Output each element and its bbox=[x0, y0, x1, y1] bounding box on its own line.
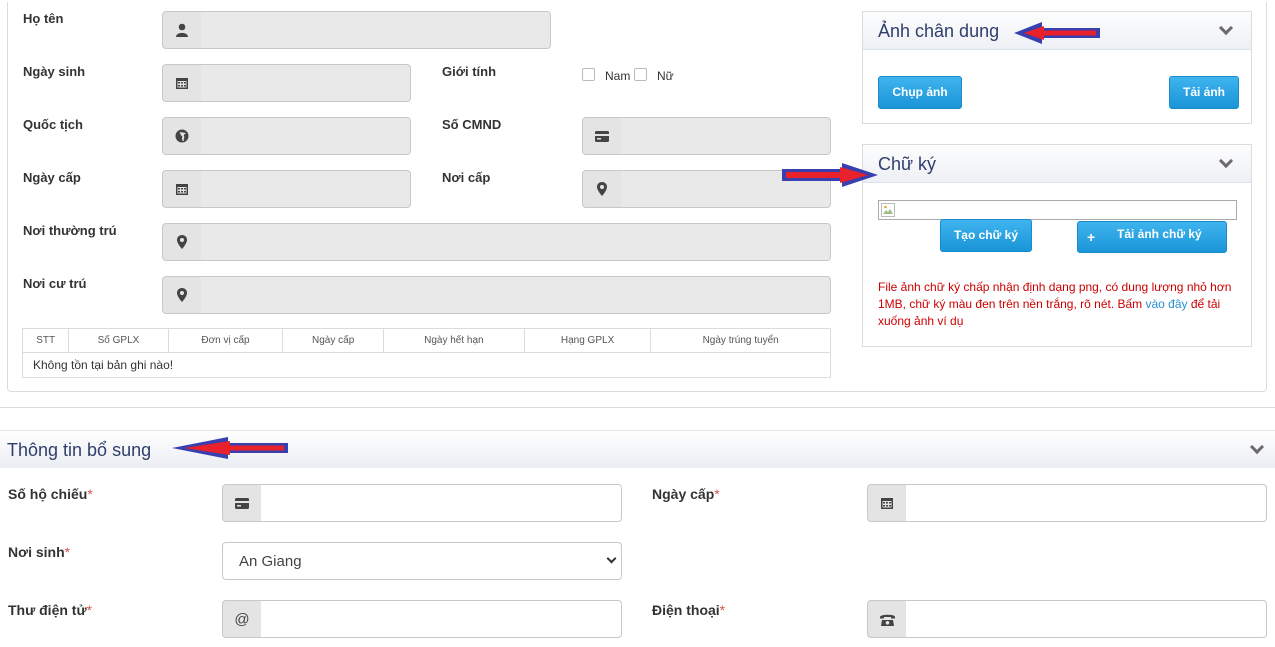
calendar-icon bbox=[867, 484, 907, 522]
ho-ten-input[interactable] bbox=[201, 11, 551, 49]
noi-cu-tru-input[interactable] bbox=[201, 276, 831, 314]
gender-male-checkbox[interactable] bbox=[582, 68, 595, 81]
passport-label: Số hộ chiếu* bbox=[8, 486, 93, 502]
left-arrow-annotation-extra-section bbox=[172, 437, 288, 459]
extra-section-title: Thông tin bổ sung bbox=[7, 440, 152, 460]
column-header[interactable]: Số GPLX bbox=[68, 328, 169, 353]
noi-thuong-tru-input[interactable] bbox=[201, 223, 831, 261]
noi-thuong-tru-label: Nơi thường trú bbox=[23, 223, 117, 238]
phone-input[interactable] bbox=[906, 600, 1267, 638]
globe-icon bbox=[162, 117, 202, 155]
column-header[interactable]: Ngày cấp bbox=[282, 328, 384, 353]
required-mark: * bbox=[714, 486, 720, 502]
phone-icon bbox=[867, 600, 907, 638]
gioi-tinh-label: Giới tính bbox=[442, 64, 497, 79]
section-divider bbox=[0, 407, 1275, 408]
license-table-header: STT Số GPLX Đơn vị cấp Ngày cấp Ngày hết… bbox=[21, 328, 831, 353]
id-card-icon bbox=[582, 117, 622, 155]
required-mark: * bbox=[64, 544, 71, 560]
chevron-down-icon[interactable] bbox=[1218, 20, 1234, 36]
passport-input[interactable] bbox=[261, 484, 622, 522]
phone-label: Điện thoại* bbox=[652, 602, 726, 618]
quoc-tich-label: Quốc tịch bbox=[23, 117, 83, 132]
id-card-icon bbox=[222, 484, 262, 522]
ho-ten-label: Họ tên bbox=[23, 11, 64, 26]
required-mark: * bbox=[86, 602, 93, 618]
map-marker-icon bbox=[162, 223, 202, 261]
chevron-down-icon[interactable] bbox=[1249, 439, 1265, 455]
plus-icon: + bbox=[1087, 229, 1096, 245]
table-row: Không tồn tại bản ghi nào! bbox=[22, 352, 831, 378]
upload-photo-button[interactable]: Tải ảnh bbox=[1169, 76, 1239, 109]
column-header[interactable]: Ngày trúng tuyển bbox=[650, 328, 831, 353]
signature-panel-header[interactable]: Chữ ký bbox=[863, 145, 1251, 183]
left-arrow-annotation-portrait bbox=[1014, 22, 1100, 44]
column-header[interactable]: Ngày hết hạn bbox=[382, 328, 525, 353]
signature-panel: Chữ ký Tạo chữ ký + Tải ảnh chữ ký File … bbox=[862, 144, 1252, 347]
column-header[interactable]: STT bbox=[21, 328, 70, 353]
license-table: STT Số GPLX Đơn vị cấp Ngày cấp Ngày hết… bbox=[21, 328, 831, 378]
portrait-panel-title: Ảnh chân dung bbox=[878, 21, 1000, 41]
email-label: Thư điện tử* bbox=[8, 602, 93, 618]
issue-date-label: Ngày cấp* bbox=[652, 486, 720, 502]
create-signature-button[interactable]: Tạo chữ ký bbox=[940, 219, 1032, 252]
capture-photo-button[interactable]: Chụp ảnh bbox=[878, 76, 962, 109]
ngay-sinh-input[interactable] bbox=[201, 64, 411, 102]
signature-image bbox=[878, 200, 1237, 220]
upload-signature-label: Tải ảnh chữ ký bbox=[1117, 227, 1202, 241]
ngay-cap-label: Ngày cấp bbox=[23, 170, 81, 185]
gender-male-label: Nam bbox=[605, 69, 631, 83]
calendar-icon bbox=[162, 170, 202, 208]
birthplace-selected-value: An Giang bbox=[239, 553, 302, 570]
email-input[interactable] bbox=[261, 600, 622, 638]
map-marker-icon bbox=[162, 276, 202, 314]
signature-note: File ảnh chữ ký chấp nhận định dạng png,… bbox=[878, 279, 1240, 330]
sample-download-link[interactable]: vào đây bbox=[1146, 297, 1188, 311]
user-icon bbox=[162, 11, 202, 49]
chevron-down-icon bbox=[606, 553, 617, 564]
calendar-icon bbox=[162, 64, 202, 102]
gender-female-checkbox[interactable] bbox=[634, 68, 647, 81]
so-cmnd-label: Số CMND bbox=[442, 117, 502, 132]
birthplace-label: Nơi sinh* bbox=[8, 544, 71, 560]
chevron-down-icon[interactable] bbox=[1218, 153, 1234, 169]
column-header[interactable]: Đơn vị cấp bbox=[167, 328, 284, 353]
map-marker-icon bbox=[582, 170, 622, 208]
upload-signature-button[interactable]: + Tải ảnh chữ ký bbox=[1077, 221, 1227, 253]
ngay-cap-input[interactable] bbox=[201, 170, 411, 208]
quoc-tich-input[interactable] bbox=[201, 117, 411, 155]
signature-panel-title: Chữ ký bbox=[878, 154, 937, 174]
gender-female-label: Nữ bbox=[657, 69, 674, 83]
birthplace-select[interactable]: An Giang bbox=[222, 542, 622, 580]
ngay-sinh-label: Ngày sinh bbox=[23, 64, 86, 79]
required-mark: * bbox=[87, 486, 93, 502]
right-arrow-annotation-signature bbox=[782, 163, 878, 187]
email-addon-text: @ bbox=[234, 610, 250, 628]
so-cmnd-input[interactable] bbox=[621, 117, 831, 155]
noi-cu-tru-label: Nơi cư trú bbox=[23, 276, 87, 291]
required-mark: * bbox=[719, 602, 726, 618]
empty-table-message: Không tồn tại bản ghi nào! bbox=[22, 352, 831, 378]
column-header[interactable]: Hạng GPLX bbox=[523, 328, 652, 353]
noi-cap-label: Nơi cấp bbox=[442, 170, 491, 185]
at-sign-icon: @ bbox=[222, 600, 262, 638]
issue-date-input[interactable] bbox=[906, 484, 1267, 522]
